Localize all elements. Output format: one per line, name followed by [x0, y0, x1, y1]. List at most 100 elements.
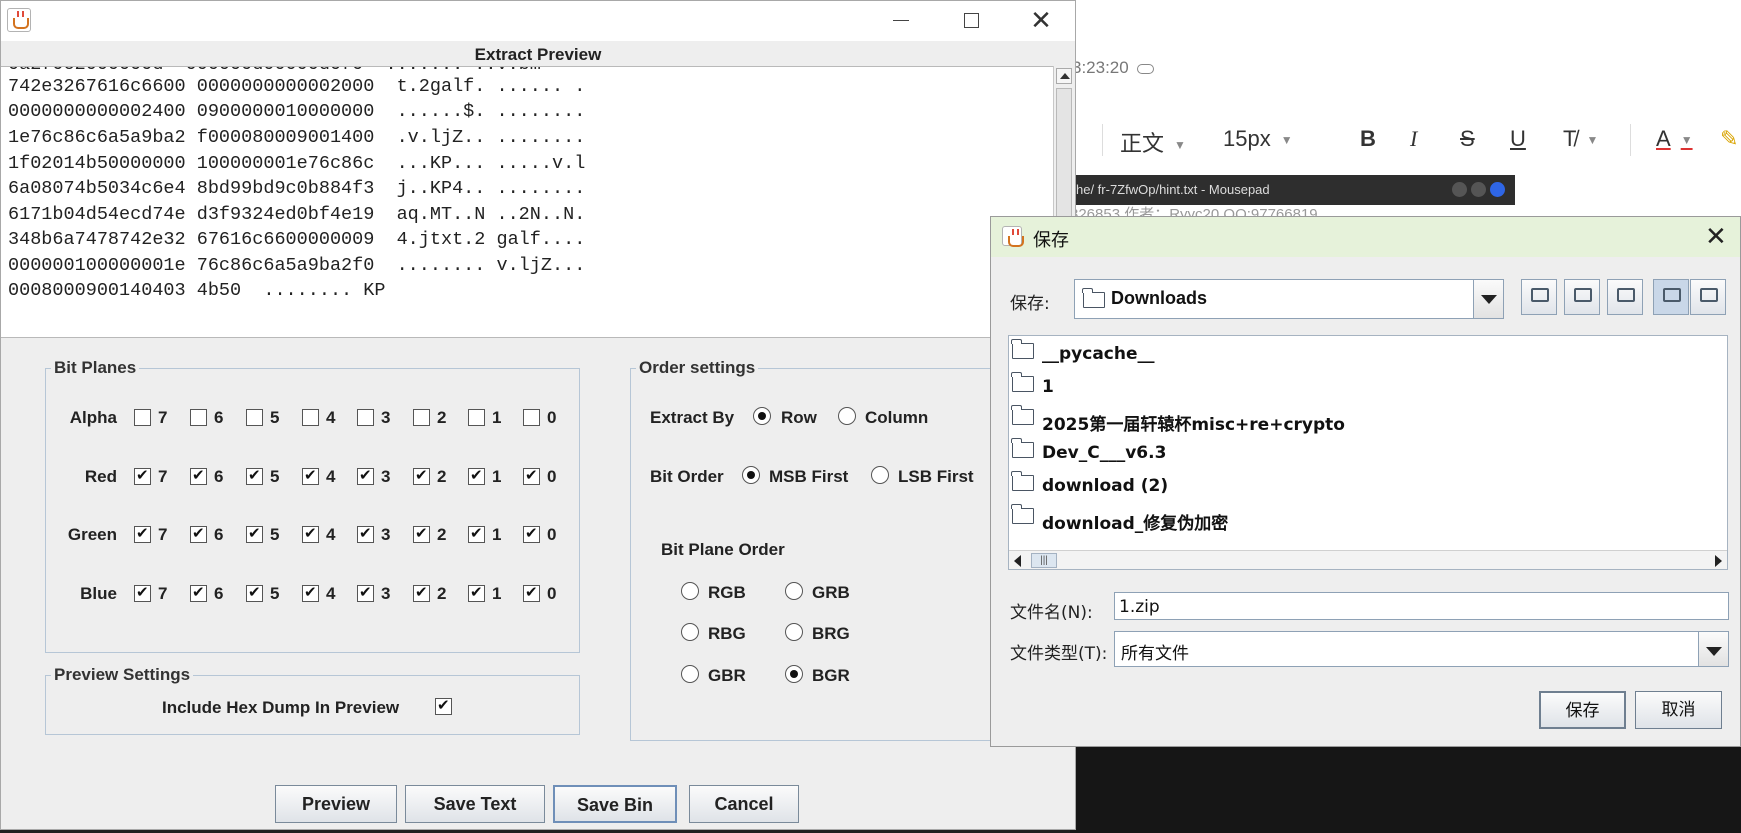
bit-checkbox[interactable]: [302, 409, 319, 426]
lsb-first-radio[interactable]: [871, 466, 889, 484]
dialog-save-button[interactable]: 保存: [1539, 691, 1626, 729]
bit-number-label: 1: [492, 584, 502, 603]
bit-checkbox[interactable]: [468, 466, 485, 485]
bgr-radio[interactable]: [785, 665, 803, 683]
bit-checkbox[interactable]: [246, 583, 263, 602]
scroll-up-icon[interactable]: [1056, 68, 1072, 84]
bit-checkbox[interactable]: [357, 409, 374, 426]
scroll-right-icon[interactable]: [1715, 555, 1722, 567]
clear-format-button[interactable]: T̸ ▼: [1563, 126, 1598, 152]
list-view-button[interactable]: [1653, 279, 1689, 315]
bit-checkbox[interactable]: [357, 524, 374, 543]
bit-checkbox[interactable]: [468, 409, 485, 426]
bit-checkbox[interactable]: [302, 466, 319, 485]
close-button[interactable]: ✕: [1006, 1, 1076, 41]
close-icon[interactable]: [1490, 182, 1505, 197]
list-item[interactable]: 2025第一届轩辕杯misc+re+crypto: [1011, 404, 1345, 435]
bit-checkbox[interactable]: [246, 409, 263, 426]
bit-checkbox[interactable]: [357, 583, 374, 602]
rbg-radio[interactable]: [681, 623, 699, 641]
save-text-button[interactable]: Save Text: [405, 785, 545, 823]
bit-checkbox[interactable]: [190, 409, 207, 426]
bit-checkbox[interactable]: [134, 583, 151, 602]
style-select[interactable]: 正文 ▼: [1120, 126, 1186, 158]
new-folder-icon: [1617, 288, 1635, 302]
scroll-left-icon[interactable]: [1014, 555, 1021, 567]
bit-checkbox[interactable]: [134, 524, 151, 543]
brg-radio[interactable]: [785, 623, 803, 641]
scroll-thumb[interactable]: |||: [1031, 553, 1057, 568]
bit-checkbox[interactable]: [413, 409, 430, 426]
extract-by-row-radio[interactable]: [753, 407, 771, 425]
save-bin-button[interactable]: Save Bin: [553, 785, 677, 823]
maximize-button[interactable]: [936, 1, 1006, 41]
list-item[interactable]: 1: [1011, 371, 1054, 401]
editor-toolbar: 正文 ▼ 15px ▼ B I S U T̸ ▼ A ▼ ✎: [1070, 112, 1741, 168]
folder-up-icon: [1531, 288, 1549, 302]
bit-number-label: 3: [381, 584, 391, 603]
filetype-dropdown-button[interactable]: [1698, 632, 1728, 666]
preview-text-area[interactable]: 0a2f0c2000000d 000000d00000d0f0 ....... …: [1, 66, 1056, 338]
list-item[interactable]: Dev_C___v6.3: [1011, 437, 1166, 467]
msb-first-radio[interactable]: [742, 466, 760, 484]
list-item[interactable]: download (2): [1011, 470, 1168, 500]
java-app-icon: [1002, 226, 1024, 247]
bit-checkbox[interactable]: [468, 583, 485, 602]
highlight-icon[interactable]: ✎: [1720, 126, 1738, 152]
hex-dump-checkbox[interactable]: [435, 696, 452, 715]
grb-radio[interactable]: [785, 582, 803, 600]
details-view-button[interactable]: [1690, 279, 1726, 315]
strikethrough-button[interactable]: S: [1460, 126, 1475, 152]
bit-checkbox[interactable]: [302, 583, 319, 602]
preview-button[interactable]: Preview: [275, 785, 397, 823]
save-in-select[interactable]: Downloads: [1074, 279, 1504, 319]
home-button[interactable]: [1564, 279, 1600, 315]
bit-checkbox[interactable]: [246, 524, 263, 543]
minimize-icon[interactable]: [1452, 182, 1467, 197]
bit-checkbox[interactable]: [523, 583, 540, 602]
folder-icon: [1011, 404, 1034, 425]
file-list[interactable]: __pycache__ 1 2025第一届轩辕杯misc+re+crypto D…: [1008, 335, 1728, 570]
bit-checkbox[interactable]: [190, 583, 207, 602]
font-size-select[interactable]: 15px ▼: [1223, 126, 1293, 152]
bit-checkbox[interactable]: [413, 524, 430, 543]
filename-input[interactable]: 1.zip: [1114, 592, 1729, 620]
italic-button[interactable]: I: [1410, 126, 1417, 152]
bit-checkbox[interactable]: [190, 524, 207, 543]
extract-by-column-radio[interactable]: [838, 407, 856, 425]
bit-checkbox[interactable]: [134, 466, 151, 485]
cancel-button[interactable]: Cancel: [689, 785, 799, 823]
bit-checkbox[interactable]: [357, 466, 374, 485]
bit-number-label: 4: [326, 525, 336, 544]
bit-checkbox[interactable]: [468, 524, 485, 543]
bit-checkbox[interactable]: [190, 466, 207, 485]
minimize-button[interactable]: [866, 1, 936, 41]
bit-checkbox[interactable]: [523, 466, 540, 485]
file-list-scrollbar[interactable]: |||: [1009, 550, 1727, 569]
grb-label: GRB: [812, 583, 850, 602]
bit-checkbox[interactable]: [523, 524, 540, 543]
bit-checkbox[interactable]: [413, 466, 430, 485]
underline-button[interactable]: U: [1510, 126, 1526, 152]
filetype-select[interactable]: 所有文件: [1114, 631, 1729, 667]
text-color-button[interactable]: A ▼: [1656, 126, 1693, 152]
list-item[interactable]: __pycache__: [1011, 338, 1155, 368]
hex-dump-label: Include Hex Dump In Preview: [162, 698, 400, 717]
bit-number-label: 5: [270, 584, 280, 603]
bold-button[interactable]: B: [1360, 126, 1376, 152]
up-one-level-button[interactable]: [1521, 279, 1557, 315]
list-item[interactable]: download_修复伪加密: [1011, 503, 1228, 534]
bit-number-label: 3: [381, 525, 391, 544]
rgb-radio[interactable]: [681, 582, 699, 600]
dialog-cancel-button[interactable]: 取消: [1635, 691, 1722, 729]
bit-checkbox[interactable]: [246, 466, 263, 485]
save-in-dropdown-button[interactable]: [1473, 280, 1503, 318]
gbr-radio[interactable]: [681, 665, 699, 683]
new-folder-button[interactable]: [1607, 279, 1643, 315]
dialog-close-icon[interactable]: ✕: [1705, 221, 1727, 252]
maximize-icon[interactable]: [1471, 182, 1486, 197]
bit-checkbox[interactable]: [134, 409, 151, 426]
bit-checkbox[interactable]: [302, 524, 319, 543]
bit-checkbox[interactable]: [523, 409, 540, 426]
bit-checkbox[interactable]: [413, 583, 430, 602]
